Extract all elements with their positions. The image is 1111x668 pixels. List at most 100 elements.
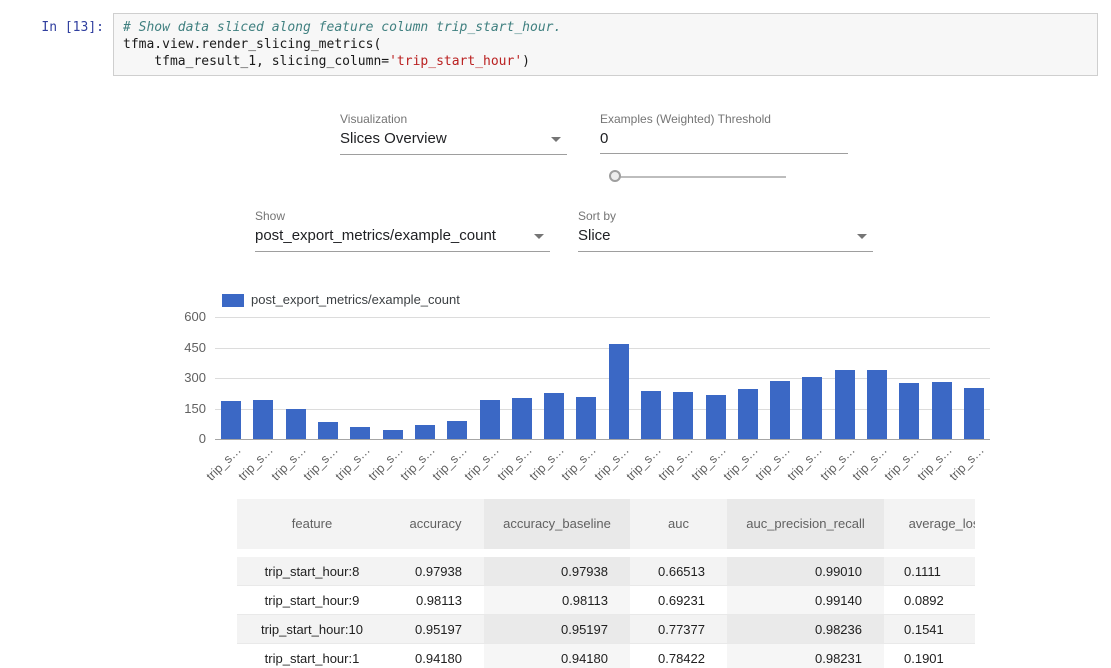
visualization-dropdown[interactable]: Slices Overview bbox=[340, 128, 567, 155]
table-cell: 0.1541 bbox=[884, 615, 975, 644]
code-comment: # Show data sliced along feature column … bbox=[123, 20, 561, 35]
table-cell: 0.69231 bbox=[630, 586, 727, 615]
bar[interactable] bbox=[350, 427, 370, 439]
code-editor[interactable]: # Show data sliced along feature column … bbox=[113, 13, 1098, 76]
y-tick-label: 150 bbox=[184, 401, 206, 416]
bar[interactable] bbox=[770, 381, 790, 439]
threshold-input[interactable] bbox=[600, 128, 848, 154]
table-cell: trip_start_hour:10 bbox=[237, 615, 387, 644]
bar[interactable] bbox=[253, 400, 273, 439]
y-tick-label: 450 bbox=[184, 340, 206, 355]
bar[interactable] bbox=[738, 389, 758, 439]
bar[interactable] bbox=[318, 422, 338, 439]
bar-slot bbox=[441, 317, 473, 439]
sort-label: Sort by bbox=[578, 209, 616, 223]
y-tick-label: 0 bbox=[199, 431, 206, 446]
bar-slot bbox=[473, 317, 505, 439]
table-row: trip_start_hour:80.979380.979380.665130.… bbox=[237, 557, 975, 586]
threshold-slider[interactable] bbox=[609, 170, 786, 184]
bar[interactable] bbox=[415, 425, 435, 439]
legend-label: post_export_metrics/example_count bbox=[251, 292, 460, 307]
bar-plot bbox=[215, 317, 990, 439]
bar-slot bbox=[215, 317, 247, 439]
show-label: Show bbox=[255, 209, 285, 223]
code-line: ) bbox=[522, 54, 530, 69]
bar-slot bbox=[861, 317, 893, 439]
bar[interactable] bbox=[512, 398, 532, 439]
notebook-page: In [13]: # Show data sliced along featur… bbox=[0, 0, 1111, 668]
table-cell: 0.77377 bbox=[630, 615, 727, 644]
table-cell: 0.99010 bbox=[727, 557, 884, 586]
chevron-down-icon bbox=[857, 234, 867, 239]
chevron-down-icon bbox=[551, 137, 561, 142]
bar-slot bbox=[699, 317, 731, 439]
show-value: post_export_metrics/example_count bbox=[255, 227, 496, 244]
bar[interactable] bbox=[867, 370, 887, 439]
x-axis-labels: trip_s…trip_s…trip_s…trip_s…trip_s…trip_… bbox=[215, 441, 990, 483]
slider-knob[interactable] bbox=[609, 170, 621, 182]
bar-slot bbox=[829, 317, 861, 439]
bar[interactable] bbox=[899, 383, 919, 439]
bar[interactable] bbox=[544, 393, 564, 439]
sort-dropdown[interactable]: Slice bbox=[578, 225, 873, 252]
table-cell: 0.1901 bbox=[884, 644, 975, 668]
bar-slot bbox=[603, 317, 635, 439]
bar[interactable] bbox=[641, 391, 661, 439]
show-dropdown[interactable]: post_export_metrics/example_count bbox=[255, 225, 550, 252]
code-line: tfma.view.render_slicing_metrics( bbox=[123, 37, 381, 52]
threshold-label: Examples (Weighted) Threshold bbox=[600, 112, 771, 126]
bar[interactable] bbox=[835, 370, 855, 439]
table-cell: 0.98113 bbox=[484, 586, 630, 615]
table-header-row: featureaccuracyaccuracy_baselineaucauc_p… bbox=[237, 499, 975, 549]
table-cell: 0.94180 bbox=[484, 644, 630, 668]
column-header: accuracy bbox=[387, 499, 484, 549]
table-cell: 0.0892 bbox=[884, 586, 975, 615]
code-string: 'trip_start_hour' bbox=[389, 54, 522, 69]
table-cell: trip_start_hour:1 bbox=[237, 644, 387, 668]
bar[interactable] bbox=[964, 388, 984, 439]
metrics-table: featureaccuracyaccuracy_baselineaucauc_p… bbox=[237, 499, 975, 668]
legend-swatch bbox=[222, 294, 244, 307]
bar[interactable] bbox=[286, 409, 306, 439]
table-cell: 0.66513 bbox=[630, 557, 727, 586]
bar-slot bbox=[506, 317, 538, 439]
bar-slot bbox=[893, 317, 925, 439]
bar[interactable] bbox=[447, 421, 467, 439]
table-cell: 0.98113 bbox=[387, 586, 484, 615]
bar[interactable] bbox=[802, 377, 822, 439]
y-axis: 0150300450600 bbox=[158, 317, 206, 439]
bar-slot bbox=[635, 317, 667, 439]
table-cell: 0.1111 bbox=[884, 557, 975, 586]
table-row: trip_start_hour:10.941800.941800.784220.… bbox=[237, 644, 975, 668]
bar[interactable] bbox=[221, 401, 241, 439]
table-cell: 0.97938 bbox=[387, 557, 484, 586]
table-cell: 0.98236 bbox=[727, 615, 884, 644]
bar-slot bbox=[280, 317, 312, 439]
bar[interactable] bbox=[609, 344, 629, 439]
bar[interactable] bbox=[480, 400, 500, 439]
gridline bbox=[215, 439, 990, 440]
bar[interactable] bbox=[383, 430, 403, 439]
input-prompt: In [13]: bbox=[12, 20, 104, 35]
bar-slot bbox=[570, 317, 602, 439]
table-cell: 0.95197 bbox=[484, 615, 630, 644]
bar-slot bbox=[796, 317, 828, 439]
table-cell: 0.95197 bbox=[387, 615, 484, 644]
bar[interactable] bbox=[706, 395, 726, 439]
column-header: average_los bbox=[884, 499, 975, 549]
y-tick-label: 600 bbox=[184, 309, 206, 324]
bar[interactable] bbox=[932, 382, 952, 439]
column-header: auc_precision_recall bbox=[727, 499, 884, 549]
table-cell: 0.99140 bbox=[727, 586, 884, 615]
bar-slot bbox=[764, 317, 796, 439]
bar-slot bbox=[344, 317, 376, 439]
visualization-label: Visualization bbox=[340, 112, 407, 126]
bar[interactable] bbox=[673, 392, 693, 439]
bar-slot bbox=[376, 317, 408, 439]
bar-slot bbox=[312, 317, 344, 439]
slider-track[interactable] bbox=[618, 176, 786, 178]
bar[interactable] bbox=[576, 397, 596, 439]
column-header: feature bbox=[237, 499, 387, 549]
y-tick-label: 300 bbox=[184, 370, 206, 385]
bar-slot bbox=[409, 317, 441, 439]
